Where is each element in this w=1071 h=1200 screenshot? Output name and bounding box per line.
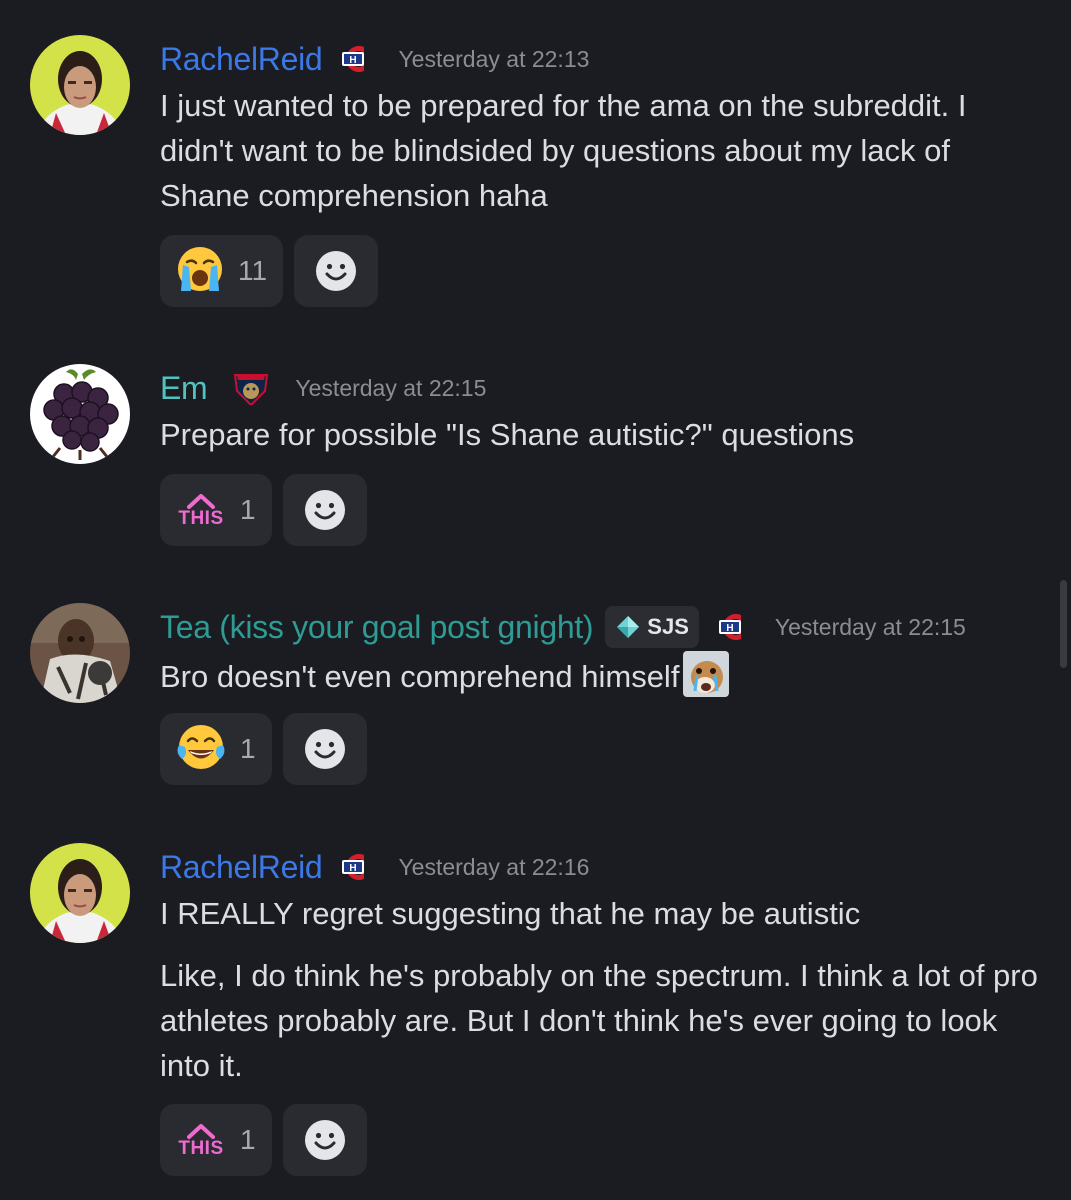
canadiens-logo-icon <box>338 43 372 75</box>
message-text: I REALLY regret suggesting that he may b… <box>160 896 861 931</box>
message-header: Em Yesterday at 22:15 <box>160 364 486 412</box>
this-emoji-icon: THIS <box>176 493 226 528</box>
message-header: RachelReid Yesterday at 22:13 <box>160 35 589 83</box>
face-with-tears-of-joy-emoji-icon <box>176 723 226 776</box>
add-reaction-button[interactable] <box>282 474 367 546</box>
add-reaction-button[interactable] <box>282 1104 367 1176</box>
smile-icon <box>304 490 345 530</box>
reaction-count: 1 <box>240 1124 256 1155</box>
tag-label: SJS <box>647 614 689 639</box>
crying-dog-emoji-icon <box>683 651 730 709</box>
message-text: Prepare for possible "Is Shane autistic?… <box>160 417 855 452</box>
florida-panthers-logo-icon <box>233 371 269 405</box>
message-text: Bro doesn't even comprehend himself <box>160 651 1040 709</box>
reactions-row: 11 <box>160 235 379 307</box>
smile-icon <box>304 729 345 769</box>
timestamp: Yesterday at 22:15 <box>774 613 966 640</box>
reaction-button[interactable]: THIS 1 <box>160 474 272 546</box>
reaction-count: 1 <box>240 733 256 764</box>
reaction-button[interactable]: THIS 1 <box>160 1104 272 1176</box>
add-reaction-button[interactable] <box>294 235 379 307</box>
avatar[interactable] <box>30 35 130 135</box>
smile-icon <box>304 1120 345 1160</box>
canadiens-logo-icon <box>715 611 749 643</box>
reaction-count: 1 <box>240 494 256 525</box>
avatar[interactable] <box>30 603 130 703</box>
reaction-button[interactable]: 1 <box>160 713 272 785</box>
loudly-crying-face-emoji-icon <box>176 245 224 298</box>
reactions-row: 1 <box>160 713 367 785</box>
message-text: I just wanted to be prepared for the ama… <box>160 88 967 213</box>
username[interactable]: Em <box>160 370 208 407</box>
username[interactable]: RachelReid <box>160 41 323 78</box>
reactions-row: THIS 1 <box>160 474 367 546</box>
smile-icon <box>316 251 357 291</box>
this-emoji-icon: THIS <box>176 1123 226 1158</box>
message-header: RachelReid Yesterday at 22:16 <box>160 843 589 891</box>
diamond-icon <box>617 616 640 638</box>
add-reaction-button[interactable] <box>282 713 367 785</box>
server-tag[interactable]: SJS <box>605 606 699 648</box>
reactions-row: THIS 1 <box>160 1104 367 1176</box>
canadiens-logo-icon <box>338 851 372 883</box>
timestamp: Yesterday at 22:15 <box>295 374 487 401</box>
message-header: Tea (kiss your goal post gnight) SJS Yes… <box>160 603 966 651</box>
avatar[interactable] <box>30 364 130 464</box>
chat-log: H RachelReid <box>0 0 1071 1200</box>
message-text-content: Bro doesn't even comprehend himself <box>160 659 680 694</box>
reaction-count: 11 <box>238 255 268 286</box>
timestamp: Yesterday at 22:16 <box>398 853 590 880</box>
username[interactable]: RachelReid <box>160 849 323 886</box>
message-text: Like, I do think he's probably on the sp… <box>160 958 1038 1083</box>
avatar[interactable] <box>30 843 130 943</box>
username[interactable]: Tea (kiss your goal post gnight) <box>160 609 594 646</box>
scrollbar[interactable] <box>1060 580 1067 668</box>
reaction-button[interactable]: 11 <box>160 235 284 307</box>
timestamp: Yesterday at 22:13 <box>398 45 590 72</box>
